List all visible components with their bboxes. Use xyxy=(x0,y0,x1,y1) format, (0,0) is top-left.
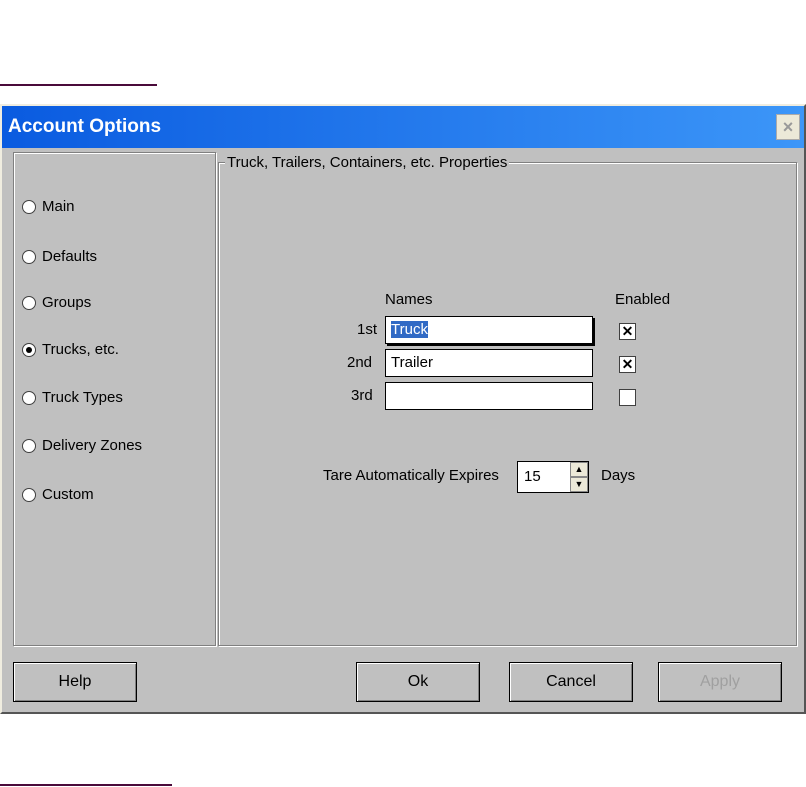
radio-label: Trucks, etc. xyxy=(42,341,119,358)
radio-label: Groups xyxy=(42,294,92,311)
radio-delivery-zones[interactable]: Delivery Zones xyxy=(22,437,142,454)
radio-defaults[interactable]: Defaults xyxy=(22,248,97,265)
close-button[interactable]: × xyxy=(776,114,800,140)
tare-unit: Days xyxy=(601,467,636,484)
top-rule xyxy=(0,84,157,86)
radio-groups[interactable]: Groups xyxy=(22,294,91,311)
account-options-dialog: Account Options × Main Defaults Groups T… xyxy=(0,104,806,714)
apply-button[interactable]: Apply xyxy=(658,662,782,702)
radio-label: Defaults xyxy=(42,248,98,265)
row-label-2nd: 2nd xyxy=(347,354,373,371)
radio-main[interactable]: Main xyxy=(22,198,75,215)
tare-value: 15 xyxy=(524,468,541,485)
tare-days-spinner[interactable]: 15 ▲ ▼ xyxy=(517,461,589,493)
enabled-checkbox-2nd[interactable]: ✕ xyxy=(619,356,636,373)
help-label: Help xyxy=(58,673,92,690)
enabled-checkbox-3rd[interactable] xyxy=(619,389,636,406)
name-input-3rd[interactable] xyxy=(385,382,593,410)
cancel-button[interactable]: Cancel xyxy=(509,662,633,702)
properties-group: Truck, Trailers, Containers, etc. Proper… xyxy=(218,154,797,646)
name-value: Truck xyxy=(391,321,428,338)
category-panel: Main Defaults Groups Trucks, etc. Truck … xyxy=(13,152,216,646)
row-label-1st: 1st xyxy=(357,321,378,338)
bottom-rule xyxy=(0,784,172,786)
radio-trucks[interactable]: Trucks, etc. xyxy=(22,341,119,358)
radio-icon xyxy=(22,199,36,214)
ok-label: Ok xyxy=(407,673,429,690)
enabled-header: Enabled xyxy=(615,291,671,308)
radio-label: Custom xyxy=(42,486,94,503)
name-input-1st[interactable]: Truck xyxy=(385,316,593,344)
row-label-3rd: 3rd xyxy=(351,387,373,404)
ok-button[interactable]: Ok xyxy=(356,662,480,702)
radio-icon xyxy=(22,249,36,264)
radio-selected-icon xyxy=(22,342,36,357)
radio-icon xyxy=(22,295,36,310)
radio-label: Truck Types xyxy=(42,389,123,406)
title-bar: Account Options × xyxy=(2,106,804,148)
apply-label: Apply xyxy=(699,673,741,690)
names-header: Names xyxy=(385,291,433,308)
radio-label: Delivery Zones xyxy=(42,437,143,454)
tare-label: Tare Automatically Expires xyxy=(323,467,499,484)
radio-icon xyxy=(22,487,36,502)
radio-custom[interactable]: Custom xyxy=(22,486,94,503)
spin-down-icon[interactable]: ▼ xyxy=(570,477,588,492)
radio-truck-types[interactable]: Truck Types xyxy=(22,389,123,406)
window-title: Account Options xyxy=(8,116,162,137)
help-button[interactable]: Help xyxy=(13,662,137,702)
name-value: Trailer xyxy=(391,354,433,371)
name-input-2nd[interactable]: Trailer xyxy=(385,349,593,377)
radio-icon xyxy=(22,390,36,405)
cancel-label: Cancel xyxy=(546,673,596,690)
spin-up-icon[interactable]: ▲ xyxy=(570,462,588,477)
radio-icon xyxy=(22,438,36,453)
radio-label: Main xyxy=(42,198,75,215)
enabled-checkbox-1st[interactable]: ✕ xyxy=(619,323,636,340)
group-title: Truck, Trailers, Containers, etc. Proper… xyxy=(225,154,510,171)
